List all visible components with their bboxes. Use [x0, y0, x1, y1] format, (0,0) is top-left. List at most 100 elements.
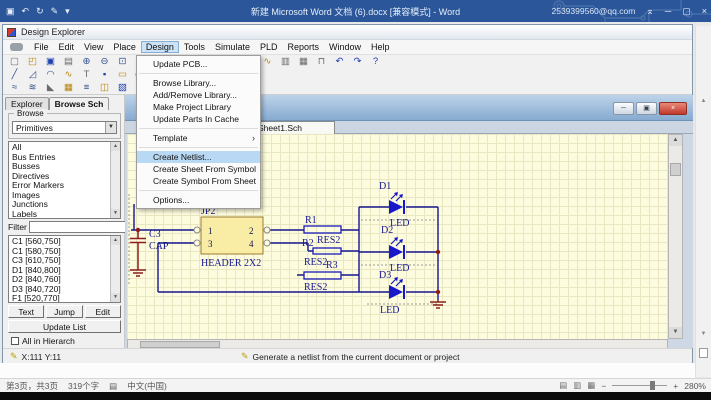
component-c3-capacitor[interactable] — [130, 230, 146, 276]
help-icon[interactable]: ? — [369, 56, 382, 68]
web-layout-icon[interactable]: ▦ — [587, 380, 595, 391]
menu-view[interactable]: View — [79, 41, 108, 53]
read-mode-icon[interactable]: ▤ — [559, 380, 567, 391]
scroll-up-icon[interactable]: ▲ — [669, 135, 682, 146]
list-scrollbar[interactable]: ▲ ▼ — [110, 142, 120, 218]
menu-design[interactable]: Design — [141, 41, 179, 53]
doc-close-icon[interactable]: × — [659, 102, 687, 115]
list-scrollbar[interactable]: ▲ ▼ — [110, 236, 120, 302]
scrollbar-thumb[interactable] — [140, 341, 220, 348]
all-in-hierarchy-checkbox[interactable] — [11, 337, 19, 345]
menu-pld[interactable]: PLD — [255, 41, 283, 53]
save-icon[interactable]: ▣ — [6, 6, 15, 17]
zoom-out-icon[interactable]: ⊖ — [98, 56, 111, 68]
menu-item-template[interactable]: Template› — [137, 132, 260, 144]
menu-item-create-sheet-from-symbol[interactable]: Create Sheet From Symbol — [137, 163, 260, 175]
scroll-down-icon[interactable]: ▼ — [669, 327, 682, 338]
print-layout-icon[interactable]: ▥ — [573, 380, 581, 391]
list-item[interactable]: Labels — [12, 210, 108, 220]
digital-step-icon[interactable]: ⊓ — [315, 56, 328, 68]
scroll-down-icon[interactable]: ▼ — [111, 209, 120, 218]
primitives-dropdown[interactable]: Primitives ▼ — [12, 121, 117, 134]
draw-curve-icon[interactable]: ∿ — [62, 69, 75, 81]
zoom-in-icon[interactable]: + — [673, 381, 678, 391]
page-indicator[interactable]: 第3页，共3页 — [6, 380, 58, 392]
probe-tool-icon[interactable]: ◣ — [44, 82, 57, 94]
simulate-wave-icon[interactable]: ∿ — [261, 56, 274, 68]
bus-tool-icon[interactable]: ≋ — [26, 82, 39, 94]
jump-button[interactable]: Jump — [46, 305, 82, 318]
word-count[interactable]: 319个字 — [68, 380, 99, 392]
scroll-down-icon[interactable]: ▼ — [696, 331, 711, 337]
proofing-icon[interactable]: ▤ — [109, 381, 117, 392]
list-item[interactable]: F1 [520,770] — [12, 294, 108, 303]
tab-browse-sch[interactable]: Browse Sch — [49, 97, 110, 110]
save-icon[interactable]: ▣ — [44, 56, 57, 68]
scroll-up-icon[interactable]: ▲ — [696, 98, 711, 104]
primitive-type-list[interactable]: All Bus Entries Busses Directives Error … — [8, 141, 121, 219]
zoom-percentage[interactable]: 280% — [684, 381, 706, 391]
update-list-button[interactable]: Update List — [8, 320, 121, 333]
zoom-in-icon[interactable]: ⊕ — [80, 56, 93, 68]
part-tool-icon[interactable]: ◫ — [98, 82, 111, 94]
menu-file[interactable]: File — [29, 41, 54, 53]
zoom-slider[interactable] — [612, 385, 667, 386]
edit-button[interactable]: Edit — [85, 305, 121, 318]
zoom-document-icon[interactable]: ⊡ — [116, 56, 129, 68]
app-titlebar[interactable]: Design Explorer — [3, 25, 692, 40]
menu-edit[interactable]: Edit — [54, 41, 80, 53]
ground-tool-icon[interactable]: ≡ — [80, 82, 93, 94]
zoom-slider-thumb[interactable] — [650, 381, 655, 390]
probe-current-icon[interactable]: ▦ — [297, 56, 310, 68]
undo-icon[interactable]: ↶ — [333, 56, 346, 68]
menu-item-options[interactable]: Options... — [137, 194, 260, 206]
word-vertical-scrollbar[interactable]: ▲ ▼ — [695, 26, 711, 377]
net-label-icon[interactable]: ▦ — [62, 82, 75, 94]
wire-tool-icon[interactable]: ≈ — [8, 82, 21, 94]
ribbon-display-options-icon[interactable]: ⌅ — [646, 6, 654, 17]
menu-item-browse-library[interactable]: Browse Library... — [137, 77, 260, 89]
menu-item-update-pcb[interactable]: Update PCB... — [137, 58, 260, 70]
redo-icon[interactable]: ↻ — [36, 6, 44, 17]
text-tool-icon[interactable]: T — [80, 69, 93, 81]
dropdown-arrow-icon[interactable]: ▼ — [105, 122, 116, 133]
draw-line-icon[interactable]: ╱ — [8, 69, 21, 81]
print-icon[interactable]: ▤ — [62, 56, 75, 68]
component-d3-led[interactable]: D3 LED — [379, 270, 404, 316]
menu-item-update-parts-in-cache[interactable]: Update Parts In Cache — [137, 113, 260, 125]
minimize-icon[interactable]: ─ — [665, 6, 671, 16]
draw-icon[interactable]: ✎ — [51, 6, 59, 17]
scroll-up-icon[interactable]: ▲ — [111, 142, 120, 151]
menu-place[interactable]: Place — [108, 41, 141, 53]
scrollbar-thumb[interactable] — [670, 163, 681, 176]
rect-icon[interactable]: ▭ — [116, 69, 129, 81]
close-icon[interactable]: × — [702, 6, 707, 16]
doc-minimize-icon[interactable]: ─ — [613, 102, 634, 115]
component-d2-led[interactable]: D2 LED — [381, 225, 409, 274]
component-jp2-connector[interactable]: 1 2 3 4 JP2 HEADER 2X2 — [194, 206, 270, 269]
scroll-up-icon[interactable]: ▲ — [111, 236, 120, 245]
menu-simulate[interactable]: Simulate — [210, 41, 255, 53]
menu-item-make-project-library[interactable]: Make Project Library — [137, 101, 260, 113]
maximize-icon[interactable]: ▢ — [682, 6, 691, 17]
doc-restore-icon[interactable]: ▣ — [636, 102, 657, 115]
component-list[interactable]: C1 [560,750] C1 [580,750] C3 [610,750] D… — [8, 235, 121, 303]
filled-rect-icon[interactable]: ▪ — [98, 69, 111, 81]
probe-voltage-icon[interactable]: ▥ — [279, 56, 292, 68]
draw-arc-icon[interactable]: ◠ — [44, 69, 57, 81]
menu-item-create-netlist[interactable]: Create Netlist... — [137, 151, 260, 163]
customize-quick-access-icon[interactable]: ▾ — [65, 6, 70, 17]
undo-icon[interactable]: ↶ — [22, 6, 30, 17]
component-d1-led[interactable]: D1 LED — [379, 181, 409, 229]
redo-icon[interactable]: ↷ — [351, 56, 364, 68]
menu-item-add-remove-library[interactable]: Add/Remove Library... — [137, 89, 260, 101]
menu-item-create-symbol-from-sheet[interactable]: Create Symbol From Sheet — [137, 175, 260, 187]
text-button[interactable]: Text — [8, 305, 44, 318]
select-browse-object-icon[interactable] — [699, 348, 708, 358]
system-menu-icon[interactable] — [10, 43, 23, 51]
sheet-symbol-icon[interactable]: ▧ — [116, 82, 129, 94]
account-name[interactable]: 2539399560@qq.com — [552, 6, 636, 16]
menu-tools[interactable]: Tools — [179, 41, 210, 53]
language-indicator[interactable]: 中文(中国) — [127, 380, 167, 392]
menu-help[interactable]: Help — [366, 41, 395, 53]
